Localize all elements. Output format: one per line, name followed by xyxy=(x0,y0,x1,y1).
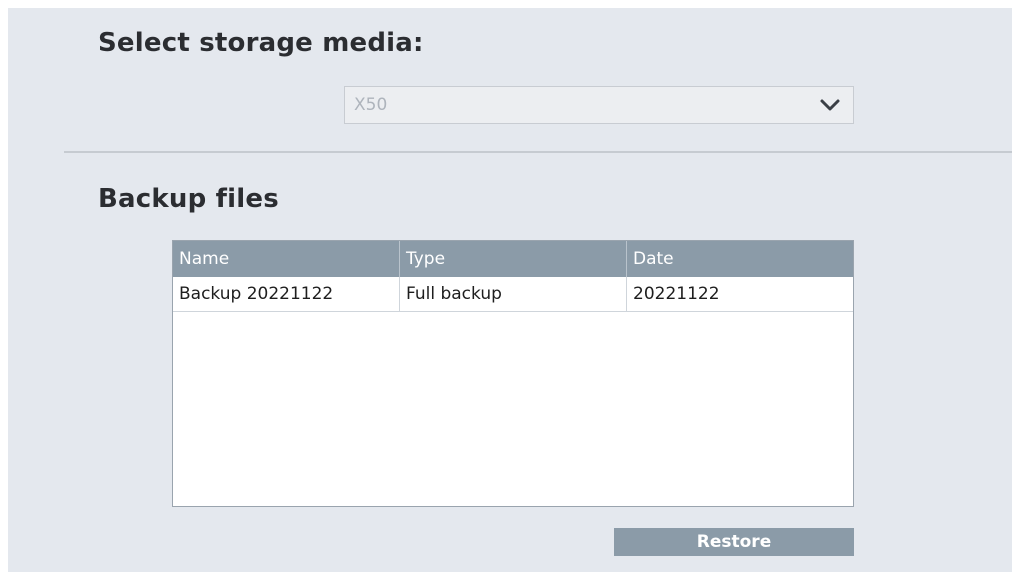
select-storage-heading: Select storage media: xyxy=(98,28,424,58)
table-row[interactable]: Backup 20221122 Full backup 20221122 xyxy=(173,277,853,312)
cell-type: Full backup xyxy=(400,277,627,311)
cell-date: 20221122 xyxy=(633,284,720,304)
column-header-date[interactable]: Date xyxy=(627,241,853,277)
section-divider xyxy=(64,151,1012,153)
column-header-type[interactable]: Type xyxy=(400,241,627,277)
column-header-name[interactable]: Name xyxy=(173,241,400,277)
backup-restore-panel: Select storage media: X50 Backup files N… xyxy=(8,8,1012,572)
storage-media-selected-value: X50 xyxy=(354,95,388,115)
cell-name: Backup 20221122 xyxy=(173,277,400,311)
backup-files-table: Name Type Date Backup 20221122 Full back… xyxy=(172,240,854,507)
restore-button[interactable]: Restore xyxy=(614,528,854,556)
storage-media-dropdown[interactable]: X50 xyxy=(344,86,854,124)
table-header: Name Type Date xyxy=(173,241,853,277)
backup-files-heading: Backup files xyxy=(98,184,279,214)
chevron-down-icon[interactable] xyxy=(819,97,841,113)
